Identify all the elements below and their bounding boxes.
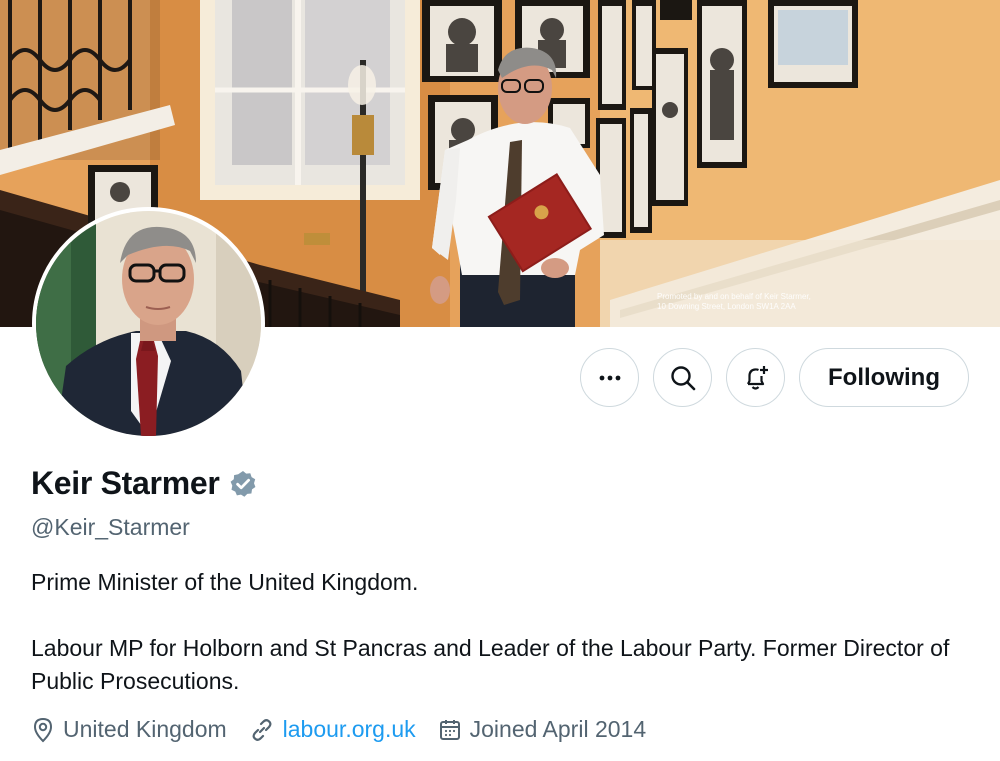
location-pin-icon (33, 717, 53, 742)
joined-item: Joined April 2014 (438, 716, 646, 743)
ellipsis-icon (599, 375, 620, 380)
banner-credit-text: Promoted by and on behalf of Keir Starme… (657, 292, 811, 311)
link-icon (252, 718, 272, 741)
location-text: United Kingdom (63, 716, 227, 742)
profile-meta: United Kingdom labour.org.uk Joined Apri… (31, 716, 668, 743)
user-handle: @Keir_Starmer (31, 514, 190, 540)
avatar-photo (36, 211, 261, 436)
website-item: labour.org.uk (249, 716, 416, 743)
notifications-button[interactable] (726, 348, 786, 407)
calendar-icon (439, 719, 460, 740)
profile-name-row: Keir Starmer (31, 465, 258, 502)
search-icon (670, 365, 695, 390)
profile-bio: Prime Minister of the United Kingdom. La… (31, 566, 951, 698)
website-link[interactable]: labour.org.uk (283, 716, 416, 743)
bio-line: Prime Minister of the United Kingdom. (31, 569, 419, 595)
location-item: United Kingdom (31, 716, 227, 743)
more-options-button[interactable] (580, 348, 640, 407)
profile-actions: Following (580, 348, 969, 407)
search-profile-button[interactable] (653, 348, 713, 407)
following-button[interactable]: Following (799, 348, 969, 407)
display-name: Keir Starmer (31, 465, 220, 501)
bio-line: Labour MP for Holborn and St Pancras and… (31, 635, 950, 694)
verified-badge-icon[interactable] (228, 469, 258, 499)
bell-plus-icon (746, 365, 768, 390)
joined-text: Joined April 2014 (469, 716, 647, 742)
profile-avatar[interactable] (32, 207, 265, 440)
